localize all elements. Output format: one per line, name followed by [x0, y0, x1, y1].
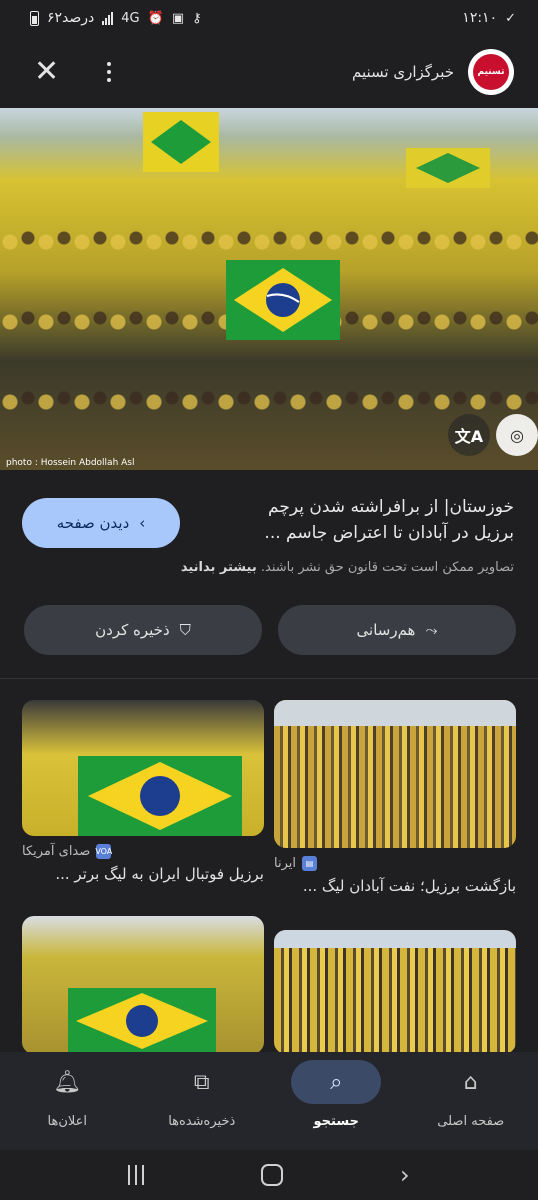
hero-image[interactable]: 文A ◎ photo : Hossein Abdollah Asl — [0, 108, 538, 470]
card-title: برزیل فوتبال ایران به لیگ برتر ... — [55, 865, 264, 883]
related-card[interactable] — [274, 930, 516, 1054]
translate-icon[interactable]: 文A — [448, 414, 490, 456]
source-badge-icon: VOA — [95, 844, 112, 859]
app-notification-icon: ✓ — [505, 10, 516, 26]
source-badge-icon: ▤ — [301, 856, 317, 871]
source-name: خبرگزاری تسنیم — [351, 63, 454, 81]
related-card[interactable]: VOA صدای آمریکا برزیل فوتبال ایران به لی… — [22, 700, 264, 883]
nav-home-label: صفحه اصلی — [437, 1114, 505, 1129]
hero-actions: 文A ◎ — [448, 414, 538, 456]
back-icon[interactable]: › — [400, 1161, 410, 1189]
status-time: ۱۲:۱۰ — [462, 10, 498, 26]
home-icon: ⌂ — [463, 1069, 478, 1095]
nav-saved[interactable]: ⧉ ذخیره‌شده‌ها — [135, 1052, 270, 1150]
source-logo-text: تسنیم — [473, 54, 509, 90]
save-indicator-icon: ▣ — [171, 10, 185, 26]
related-image — [274, 700, 516, 848]
more-options-icon[interactable] — [107, 62, 112, 82]
source-info[interactable]: خبرگزاری تسنیم تسنیم — [352, 49, 514, 95]
battery-icon — [30, 10, 39, 26]
related-image — [22, 700, 264, 836]
related-image — [22, 916, 264, 1054]
save-label: ذخیره کردن — [95, 621, 170, 639]
card-source: VOA صدای آمریکا — [22, 844, 264, 859]
status-right: ۱۲:۱۰ ✓ — [462, 10, 516, 26]
yellow-flag-image-2 — [406, 148, 490, 188]
nav-notifications[interactable]: 🔔︎ اعلان‌ها — [0, 1052, 135, 1150]
key-icon: ⚷ — [192, 10, 202, 26]
close-icon[interactable]: ✕ — [34, 57, 59, 87]
nav-notifications-label: اعلان‌ها — [47, 1114, 88, 1129]
nav-saved-label: ذخیره‌شده‌ها — [168, 1114, 236, 1129]
search-icon: ⌕ — [291, 1060, 382, 1104]
card-source-name: ایرنا — [274, 856, 296, 871]
brazil-flag-image — [68, 988, 216, 1054]
nav-home[interactable]: ⌂ صفحه اصلی — [404, 1052, 538, 1150]
visit-page-button[interactable]: دیدن صفحه ‹ — [22, 498, 180, 548]
sky-area — [274, 700, 516, 726]
card-source-name: صدای آمریکا — [22, 844, 91, 859]
copyright-text: تصاویر ممکن است تحت قانون حق نشر باشند. — [260, 560, 514, 575]
bell-icon: 🔔︎ — [53, 1069, 82, 1095]
copyright-notice: تصاویر ممکن است تحت قانون حق نشر باشند. … — [20, 560, 514, 575]
saved-collections-icon: ⧉ — [193, 1069, 210, 1095]
lens-search-icon[interactable]: ◎ — [496, 414, 538, 456]
chevron-left-icon: ‹ — [139, 514, 146, 532]
nav-search-label: جستجو — [313, 1114, 359, 1129]
sky-area — [274, 930, 516, 948]
viewer-header: ✕ خبرگزاری تسنیم تسنیم — [0, 36, 538, 108]
signal-icon — [102, 11, 114, 25]
photo-credit: photo : Hossein Abdollah Asl — [6, 458, 135, 468]
share-icon: ⤳ — [425, 621, 438, 639]
card-source: ▤ ایرنا — [274, 856, 516, 871]
learn-more-link[interactable]: بیشتر بدانید — [181, 560, 257, 575]
save-button[interactable]: ⛉ ذخیره کردن — [24, 605, 262, 655]
result-title[interactable]: خوزستان| از برافراشته شدن پرچم برزیل در … — [224, 494, 514, 546]
card-title: بازگشت برزیل؛ نفت آبادان لیگ ... — [302, 877, 516, 895]
battery-percentage: ۶۲درصد — [47, 10, 95, 26]
recents-icon[interactable] — [128, 1165, 145, 1185]
brazil-flag-image — [226, 260, 340, 340]
header-left-controls: ✕ — [34, 57, 112, 87]
share-button[interactable]: ⤳ هم‌رسانی — [278, 605, 516, 655]
bookmark-icon: ⛉ — [179, 621, 191, 639]
system-navigation: › — [0, 1150, 538, 1200]
related-card[interactable]: ▤ ایرنا بازگشت برزیل؛ نفت آبادان لیگ ... — [274, 700, 516, 895]
share-label: هم‌رسانی — [356, 621, 416, 639]
alarm-icon: ⏰ — [147, 10, 164, 26]
nav-search[interactable]: ⌕ جستجو — [269, 1052, 404, 1150]
section-divider — [0, 678, 538, 679]
network-type: 4G — [121, 10, 140, 26]
visit-page-label: دیدن صفحه — [56, 514, 130, 532]
brazil-flag-image — [78, 756, 242, 836]
source-logo: تسنیم — [468, 49, 514, 95]
system-home-icon[interactable] — [261, 1164, 284, 1186]
status-left: ۶۲درصد 4G ⏰ ▣ ⚷ — [30, 10, 202, 26]
yellow-flag-image — [143, 112, 219, 172]
status-bar: ۶۲درصد 4G ⏰ ▣ ⚷ ۱۲:۱۰ ✓ — [0, 0, 538, 36]
related-image — [274, 930, 516, 1054]
bottom-navigation: 🔔︎ اعلان‌ها ⧉ ذخیره‌شده‌ها ⌕ جستجو ⌂ صفح… — [0, 1052, 538, 1150]
related-card[interactable] — [22, 916, 264, 1054]
